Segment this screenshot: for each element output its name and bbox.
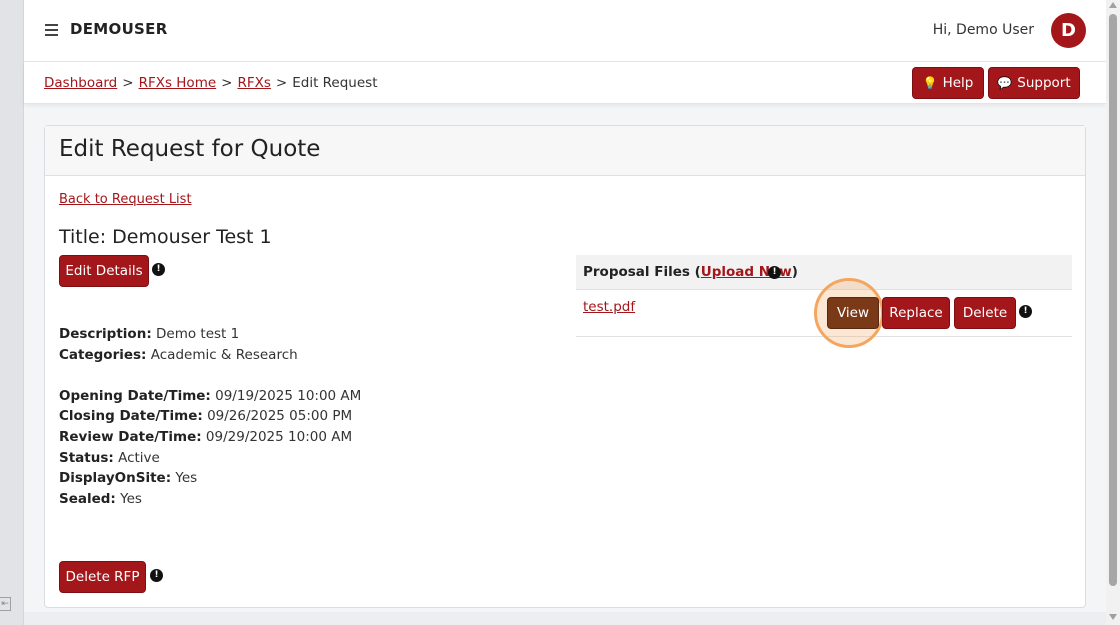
replace-button[interactable]: Replace <box>882 297 950 329</box>
help-label: Help <box>942 75 974 91</box>
breadcrumb-separator: > <box>275 75 288 91</box>
support-button[interactable]: 💬 Support <box>988 67 1080 99</box>
proposal-files-table: Proposal Files (Upload New) ! test.pdf V… <box>576 255 1072 348</box>
support-label: Support <box>1017 75 1071 91</box>
breadcrumb-bar: Dashboard > RFXs Home > RFXs > Edit Request 💡 H… <box>24 62 1106 104</box>
closing-row: Closing Date/Time: 09/26/2025 05:00 PM <box>59 408 353 425</box>
request-title: Title: Demouser Test 1 <box>59 226 272 248</box>
info-icon[interactable]: ! <box>152 263 165 276</box>
categories-row: Categories: Academic & Research <box>59 346 298 363</box>
scrollbar[interactable] <box>1106 0 1120 625</box>
app-container: DEMOUSER Hi, Demo User D Dashboard > RFXs … <box>24 0 1106 625</box>
breadcrumb-dashboard[interactable]: Dashboard <box>44 75 117 91</box>
info-icon[interactable]: ! <box>150 569 163 582</box>
page-title: Edit Request for Quote <box>59 136 321 162</box>
edit-request-card: Edit Request for Quote Back to Request L… <box>44 125 1086 608</box>
help-button[interactable]: 💡 Help <box>912 67 984 99</box>
closing-value: 09/26/2025 05:00 PM <box>207 408 353 425</box>
edit-details-button[interactable]: Edit Details <box>59 255 149 287</box>
scroll-down-icon[interactable] <box>1109 614 1117 620</box>
categories-value: Academic & Research <box>150 346 298 363</box>
avatar[interactable]: D <box>1051 13 1086 48</box>
collapse-icon[interactable]: ⇤ <box>0 597 11 611</box>
scroll-thumb[interactable] <box>1109 14 1117 586</box>
brand-name: DEMOUSER <box>70 20 168 38</box>
breadcrumb-current: Edit Request <box>292 75 378 91</box>
view-button[interactable]: View <box>827 297 879 329</box>
opening-value: 09/19/2025 10:00 AM <box>215 387 362 404</box>
description-value: Demo test 1 <box>156 326 240 342</box>
display-on-site-row: DisplayOnSite: Yes <box>59 470 198 487</box>
status-value: Active <box>118 449 160 466</box>
info-icon[interactable]: ! <box>768 266 781 279</box>
description-row: Description: Demo test 1 <box>59 326 240 342</box>
table-row: test.pdf View Replace Delete ! <box>576 278 1072 348</box>
left-rail: ⇤ <box>0 0 24 625</box>
status-row: Status: Active <box>59 449 160 466</box>
request-details: Description: Demo test 1 Categories: Aca… <box>59 324 361 509</box>
opening-row: Opening Date/Time: 09/19/2025 10:00 AM <box>59 387 362 404</box>
breadcrumb-rfxs-home[interactable]: RFXs Home <box>139 75 217 91</box>
back-to-request-list-link[interactable]: Back to Request List <box>59 192 192 207</box>
user-greeting: Hi, Demo User <box>932 22 1034 38</box>
card-header: Edit Request for Quote <box>45 126 1085 176</box>
display-on-site-value: Yes <box>175 470 198 487</box>
lightbulb-icon: 💡 <box>922 76 938 90</box>
breadcrumb: Dashboard > RFXs Home > RFXs > Edit Request <box>44 75 378 91</box>
breadcrumb-rfxs[interactable]: RFXs <box>237 75 270 91</box>
bottom-strip <box>24 612 1106 625</box>
scroll-up-icon[interactable] <box>1109 2 1117 8</box>
sealed-row: Sealed: Yes <box>59 490 142 507</box>
hamburger-menu-icon[interactable] <box>45 24 58 36</box>
delete-rfp-button[interactable]: Delete RFP <box>59 561 146 593</box>
review-value: 09/29/2025 10:00 AM <box>205 428 353 445</box>
proposal-files-header: Proposal Files (Upload New) ! <box>576 255 1072 290</box>
file-link[interactable]: test.pdf <box>583 299 635 315</box>
delete-file-button[interactable]: Delete <box>954 297 1016 329</box>
info-icon[interactable]: ! <box>1019 305 1032 318</box>
sealed-value: Yes <box>120 490 142 507</box>
top-navbar: DEMOUSER Hi, Demo User D <box>24 0 1106 62</box>
breadcrumb-separator: > <box>122 75 134 91</box>
breadcrumb-separator: > <box>221 75 233 91</box>
review-row: Review Date/Time: 09/29/2025 10:00 AM <box>59 428 353 445</box>
chat-icon: 💬 <box>997 76 1013 90</box>
